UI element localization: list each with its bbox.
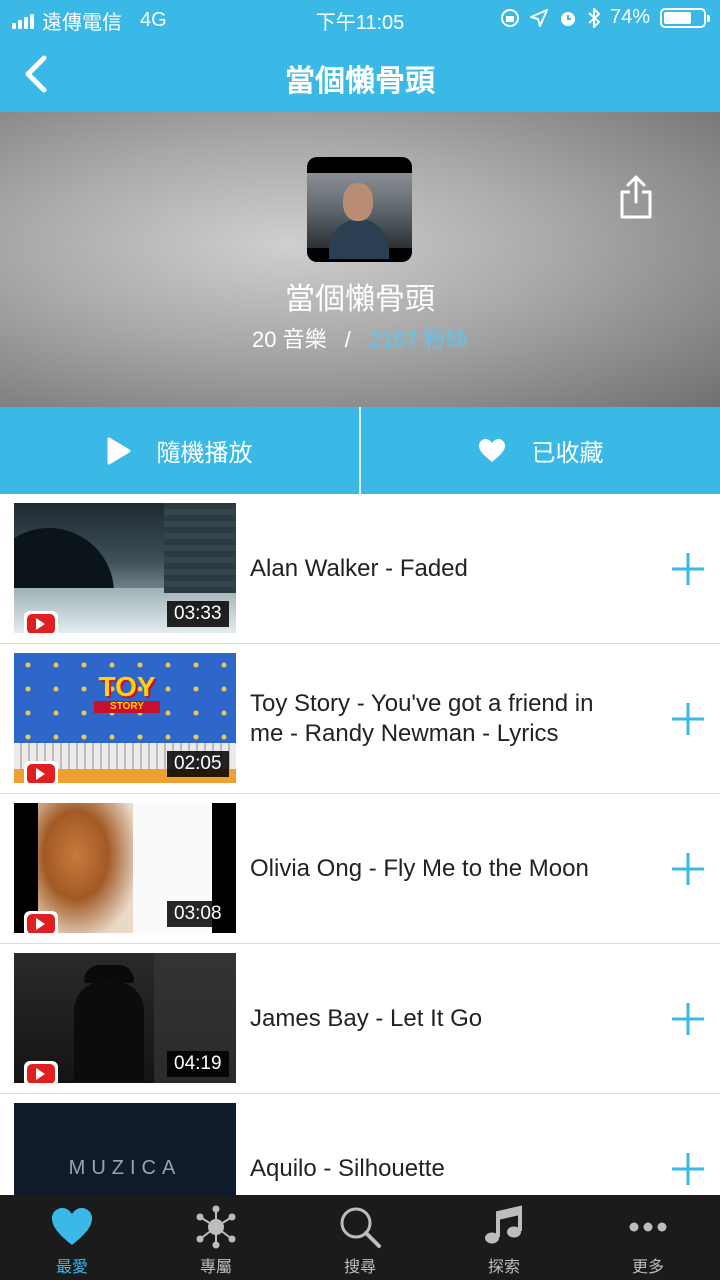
song-thumbnail[interactable]: 03:08 [14,803,236,933]
tab-label: 探索 [487,1259,520,1276]
song-row[interactable]: 03:08 Olivia Ong - Fly Me to the Moon [0,794,720,944]
add-icon[interactable] [670,1001,706,1037]
tab-exclusive[interactable]: 專屬 [144,1195,288,1280]
thumbnail-watermark: MUZICA [68,1157,182,1179]
tab-label: 最愛 [55,1259,88,1276]
network-icon [196,1205,236,1249]
battery-icon [660,7,710,28]
favorited-button[interactable]: 已收藏 [361,407,720,494]
status-right: 74% [500,6,710,29]
playlist-stats: 20 音樂 / 2167 粉絲 [0,322,720,354]
status-bar: 遠傳電信 4G 下午11:05 74% [0,0,720,36]
song-row[interactable]: TOY STORY 02:05 Toy Story - You've got a… [0,644,720,794]
youtube-icon [24,1061,58,1083]
tab-label: 搜尋 [343,1259,376,1276]
nav-bar: 當個懶骨頭 [0,36,720,112]
shuffle-play-button[interactable]: 隨機播放 [0,407,359,494]
stats-separator: / [344,327,351,352]
search-icon [340,1207,381,1248]
toy-story-logo-bottom: STORY [94,701,160,713]
song-title: Toy Story - You've got a friend in me - … [250,689,594,747]
song-duration: 04:19 [167,1051,229,1077]
play-icon [107,437,130,464]
tab-label: 更多 [631,1259,664,1276]
battery-percent: 74% [609,6,650,28]
shuffle-play-label: 隨機播放 [156,440,253,467]
playlist-cover [307,157,412,262]
add-icon[interactable] [670,701,706,737]
playlist-header: 當個懶骨頭 20 音樂 / 2167 粉絲 [0,112,720,407]
song-duration: 03:33 [167,601,229,627]
add-icon[interactable] [670,1151,706,1187]
song-duration: 03:08 [167,901,229,927]
song-title: Alan Walker - Faded [250,554,468,582]
orientation-lock-icon [500,8,519,27]
heart-icon [52,1208,92,1245]
song-thumbnail[interactable]: 03:33 [14,503,236,633]
tab-bar: 最愛 專屬 搜尋 探索 更多 [0,1195,720,1280]
action-bar: 隨機播放 已收藏 [0,407,720,494]
music-count: 20 音樂 [251,327,327,352]
page-title: 當個懶骨頭 [285,65,435,98]
music-note-icon [485,1205,522,1244]
song-title: Olivia Ong - Fly Me to the Moon [250,854,589,882]
song-thumbnail[interactable]: 04:19 [14,953,236,1083]
tab-search[interactable]: 搜尋 [288,1195,432,1280]
heart-icon [478,438,505,462]
bluetooth-icon [588,7,600,28]
location-icon [529,8,548,27]
song-thumbnail[interactable]: TOY STORY 02:05 [14,653,236,783]
youtube-icon [24,611,58,633]
song-title: James Bay - Let It Go [250,1004,483,1032]
song-list: 03:33 Alan Walker - Faded TOY STORY 02:0… [0,494,720,1244]
toy-story-logo-top: TOY [98,671,156,702]
fans-count[interactable]: 2167 粉絲 [369,327,468,352]
playlist-name: 當個懶骨頭 [285,283,435,316]
song-row[interactable]: 04:19 James Bay - Let It Go [0,944,720,1094]
favorited-label: 已收藏 [531,440,604,467]
add-icon[interactable] [670,551,706,587]
tab-more[interactable]: 更多 [576,1195,720,1280]
tab-label: 專屬 [199,1259,232,1276]
song-row[interactable]: 03:33 Alan Walker - Faded [0,494,720,644]
share-icon[interactable] [618,174,654,220]
tab-favorites[interactable]: 最愛 [0,1195,144,1280]
more-icon [629,1222,667,1232]
toy-story-logo: TOY STORY [94,673,160,713]
youtube-icon [24,911,58,933]
youtube-icon [24,761,58,783]
tab-explore[interactable]: 探索 [432,1195,576,1280]
alarm-icon [560,11,575,26]
song-duration: 02:05 [167,751,229,777]
add-icon[interactable] [670,851,706,887]
